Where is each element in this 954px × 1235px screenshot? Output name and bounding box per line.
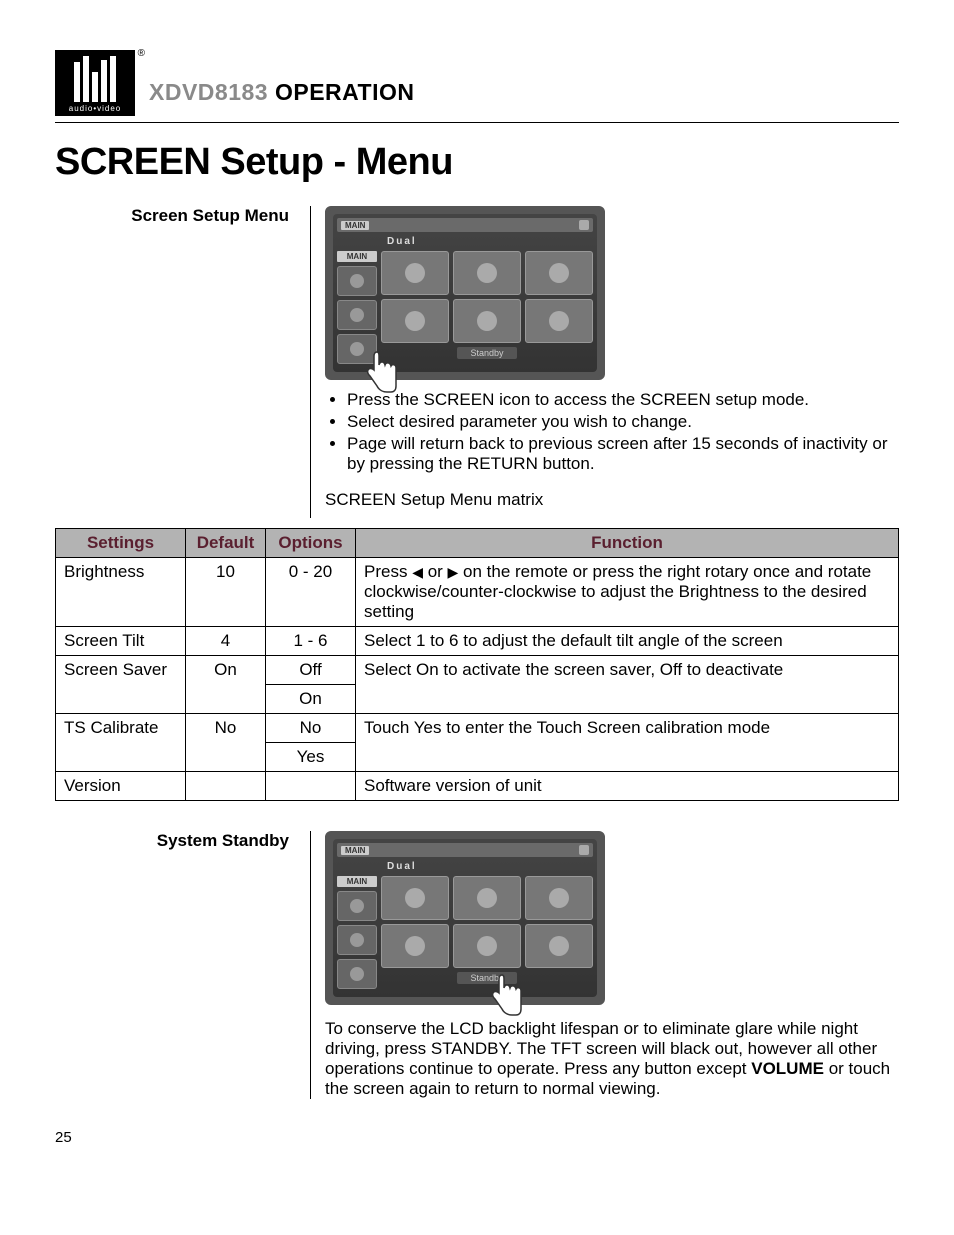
device-top-main-tag: MAIN xyxy=(341,846,369,855)
system-standby-section: System Standby MAIN Dual MAIN xyxy=(55,831,899,1099)
menu-tile-icon xyxy=(381,876,449,920)
cell-default: No xyxy=(186,714,266,772)
section-label-standby: System Standby xyxy=(55,831,295,1099)
manual-page: ® audio•video XDVD8183 OPERATION SCREEN … xyxy=(0,0,954,1176)
cell-default xyxy=(186,772,266,801)
header-divider xyxy=(55,122,899,123)
section-body: MAIN Dual MAIN xyxy=(310,206,899,518)
menu-tile-icon xyxy=(381,924,449,968)
right-arrow-icon: ▶ xyxy=(448,564,459,580)
list-item: Select desired parameter you wish to cha… xyxy=(347,412,899,432)
device-top-main-tag: MAIN xyxy=(341,221,369,230)
side-button-icon xyxy=(337,925,377,955)
cell-function: Select On to activate the screen saver, … xyxy=(356,656,899,714)
cell-function: Press ◀ or ▶ on the remote or press the … xyxy=(356,558,899,627)
table-row: Version Software version of unit xyxy=(56,772,899,801)
page-number: 25 xyxy=(55,1129,899,1146)
device-side-main-tag: MAIN xyxy=(337,251,377,262)
table-row: Brightness 10 0 - 20 Press ◀ or ▶ on the… xyxy=(56,558,899,627)
menu-tile-icon xyxy=(525,299,593,343)
volume-bold: VOLUME xyxy=(751,1059,824,1078)
cell-setting: Screen Saver xyxy=(56,656,186,714)
menu-tile-icon xyxy=(453,299,521,343)
col-options: Options xyxy=(266,529,356,558)
cell-options: 0 - 20 xyxy=(266,558,356,627)
bluetooth-icon xyxy=(579,845,589,855)
col-function: Function xyxy=(356,529,899,558)
col-settings: Settings xyxy=(56,529,186,558)
side-button-icon xyxy=(337,300,377,330)
model-heading: XDVD8183 OPERATION xyxy=(149,79,415,106)
device-side-main-tag: MAIN xyxy=(337,876,377,887)
device-screenshot: MAIN Dual MAIN xyxy=(325,831,605,1005)
cell-default: On xyxy=(186,656,266,714)
operation-word: OPERATION xyxy=(275,79,415,105)
list-item: Press the SCREEN icon to access the SCRE… xyxy=(347,390,899,410)
menu-tile-icon xyxy=(381,251,449,295)
list-item: Page will return back to previous screen… xyxy=(347,434,899,474)
menu-tile-icon xyxy=(525,924,593,968)
side-button-icon xyxy=(337,959,377,989)
col-default: Default xyxy=(186,529,266,558)
cell-default: 4 xyxy=(186,627,266,656)
standby-label: Standby xyxy=(457,347,517,359)
cell-options: 1 - 6 xyxy=(266,627,356,656)
cell-options: Yes xyxy=(266,743,356,772)
menu-tile-icon xyxy=(453,924,521,968)
instruction-list: Press the SCREEN icon to access the SCRE… xyxy=(325,390,899,474)
bluetooth-icon xyxy=(579,220,589,230)
cell-setting: TS Calibrate xyxy=(56,714,186,772)
page-title: SCREEN Setup - Menu xyxy=(55,141,899,184)
cell-options: On xyxy=(266,685,356,714)
device-brand: Dual xyxy=(387,236,593,247)
menu-tile-icon xyxy=(453,251,521,295)
section-body: MAIN Dual MAIN xyxy=(310,831,899,1099)
left-arrow-icon: ◀ xyxy=(412,564,423,580)
cell-setting: Screen Tilt xyxy=(56,627,186,656)
cell-function: Touch Yes to enter the Touch Screen cali… xyxy=(356,714,899,772)
table-row: Screen Saver On Off Select On to activat… xyxy=(56,656,899,685)
model-number: XDVD8183 xyxy=(149,79,268,105)
cell-function: Select 1 to 6 to adjust the default tilt… xyxy=(356,627,899,656)
cell-options xyxy=(266,772,356,801)
side-button-icon xyxy=(337,266,377,296)
logo-subtext: audio•video xyxy=(61,104,129,113)
cell-default: 10 xyxy=(186,558,266,627)
side-button-icon xyxy=(337,891,377,921)
device-brand: Dual xyxy=(387,861,593,872)
screen-setup-section: Screen Setup Menu MAIN Dual MAIN xyxy=(55,206,899,518)
table-row: Screen Tilt 4 1 - 6 Select 1 to 6 to adj… xyxy=(56,627,899,656)
pointing-hand-icon xyxy=(484,971,524,1021)
brand-logo: ® audio•video xyxy=(55,50,135,116)
settings-matrix-table: Settings Default Options Function Bright… xyxy=(55,528,899,801)
menu-tile-icon xyxy=(525,876,593,920)
pointing-hand-icon xyxy=(359,348,399,398)
menu-tile-icon xyxy=(453,876,521,920)
menu-tile-icon xyxy=(525,251,593,295)
section-label-screen-setup: Screen Setup Menu xyxy=(55,206,295,518)
cell-options: No xyxy=(266,714,356,743)
device-screenshot: MAIN Dual MAIN xyxy=(325,206,605,380)
table-row: TS Calibrate No No Touch Yes to enter th… xyxy=(56,714,899,743)
menu-tile-icon xyxy=(381,299,449,343)
cell-function: Software version of unit xyxy=(356,772,899,801)
page-header: ® audio•video XDVD8183 OPERATION xyxy=(55,50,899,116)
cell-setting: Version xyxy=(56,772,186,801)
matrix-caption: SCREEN Setup Menu matrix xyxy=(325,490,899,510)
cell-setting: Brightness xyxy=(56,558,186,627)
cell-options: Off xyxy=(266,656,356,685)
registered-mark: ® xyxy=(138,48,145,59)
standby-paragraph: To conserve the LCD backlight lifespan o… xyxy=(325,1019,899,1099)
